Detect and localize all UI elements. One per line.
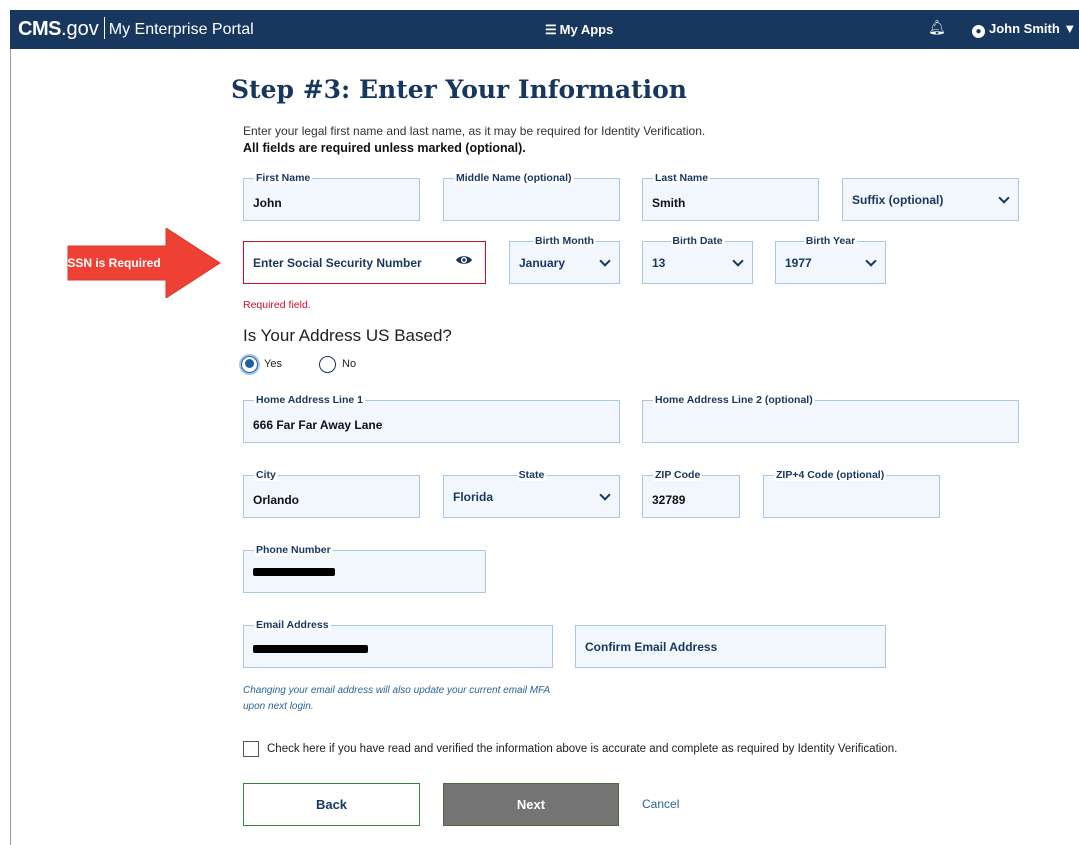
zip4-label: ZIP+4 Code (optional) [774,469,887,481]
verify-checkbox[interactable] [243,741,259,757]
phone-label: Phone Number [254,544,333,556]
annotation-arrow: SSN is Required [67,228,221,298]
suffix-select[interactable]: Suffix (optional) [842,178,1019,221]
address-line1-field[interactable]: Home Address Line 1 666 Far Far Away Lan… [243,395,620,443]
my-apps-label: My Apps [559,22,614,37]
birth-month-label: Birth Month [533,235,596,247]
page-title: Step #3: Enter Your Information [231,75,687,104]
middle-name-label: Middle Name (optional) [454,172,574,184]
birth-year-label: Birth Year [803,235,858,247]
birth-date-label: Birth Date [670,235,725,247]
ssn-placeholder: Enter Social Security Number [253,255,422,270]
first-name-value: John [253,196,282,210]
email-label: Email Address [254,619,331,631]
intro-text: Enter your legal first name and last nam… [243,124,706,138]
address-line1-label: Home Address Line 1 [254,394,365,406]
city-label: City [254,469,278,481]
chevron-down-icon [998,191,1010,204]
user-name: John Smith [989,21,1060,36]
page-border [10,49,11,845]
radio-unselected-icon [319,355,336,373]
chevron-down-icon [599,254,611,267]
state-label: State [516,469,547,481]
email-field[interactable]: Email Address [243,620,553,668]
verify-checkbox-row[interactable]: Check here if you have read and verified… [243,741,897,757]
list-icon: ☰ [545,22,557,37]
address-line1-value: 666 Far Far Away Lane [253,418,383,432]
user-icon: ● [972,25,985,38]
last-name-label: Last Name [653,172,711,184]
middle-name-field[interactable]: Middle Name (optional) [443,173,620,221]
state-value: Florida [453,489,494,504]
address-line2-field[interactable]: Home Address Line 2 (optional) [642,395,1019,443]
required-note: All fields are required unless marked (o… [243,141,526,155]
zip-value: 32789 [652,493,686,507]
confirm-email-field[interactable]: Confirm Email Address [575,625,886,668]
email-change-note: Changing your email address will also up… [243,685,550,712]
city-value: Orlando [253,493,300,507]
radio-no[interactable]: No [319,355,356,373]
bell-icon[interactable]: 🔔︎ [928,20,946,36]
back-button[interactable]: Back [243,783,420,826]
chevron-down-icon [732,254,744,267]
next-button[interactable]: Next [443,783,619,826]
birth-date-value: 13 [652,255,666,270]
my-apps-menu[interactable]: ☰ My Apps [545,22,613,38]
zip-field[interactable]: ZIP Code 32789 [642,470,740,518]
cancel-link[interactable]: Cancel [642,797,679,811]
brand-gov: .gov [60,18,99,40]
cms-logo[interactable]: CMS.gov My Enterprise Portal [18,17,254,41]
caret-down-icon: ▼ [1063,21,1077,36]
email-redacted-value [253,645,368,653]
ssn-input[interactable]: Enter Social Security Number [243,241,486,284]
last-name-value: Smith [652,196,686,210]
verify-label: Check here if you have read and verified… [267,743,898,755]
phone-redacted-value [253,568,335,576]
state-select[interactable]: State Florida [443,470,620,518]
birth-date-select[interactable]: Birth Date 13 [642,236,753,284]
user-menu[interactable]: ● John Smith ▼ [972,21,1076,38]
address-line2-label: Home Address Line 2 (optional) [653,394,815,406]
phone-field[interactable]: Phone Number [243,545,486,593]
suffix-placeholder: Suffix (optional) [852,192,944,207]
radio-selected-icon [241,355,258,373]
portal-name: My Enterprise Portal [108,21,254,38]
radio-yes[interactable]: Yes [241,355,282,373]
birth-year-select[interactable]: Birth Year 1977 [775,236,886,284]
brand-cms: CMS [18,18,61,40]
birth-year-value: 1977 [785,255,812,270]
eye-icon[interactable] [455,254,473,266]
annotation-text: SSN is Required [67,256,160,270]
first-name-field[interactable]: First Name John [243,173,420,221]
top-navigation-bar: CMS.gov My Enterprise Portal ☰ My Apps 🔔︎ … [10,10,1079,49]
last-name-field[interactable]: Last Name Smith [642,173,819,221]
chevron-down-icon [865,254,877,267]
zip4-field[interactable]: ZIP+4 Code (optional) [763,470,940,518]
radio-yes-label: Yes [264,358,282,370]
ssn-error-message: Required field. [243,299,311,311]
confirm-email-placeholder: Confirm Email Address [585,639,718,654]
first-name-label: First Name [254,172,313,184]
radio-no-label: No [342,358,357,370]
address-question: Is Your Address US Based? [243,326,452,345]
birth-month-value: January [519,255,566,270]
chevron-down-icon [599,488,611,501]
birth-month-select[interactable]: Birth Month January [509,236,620,284]
city-field[interactable]: City Orlando [243,470,420,518]
zip-label: ZIP Code [653,469,703,481]
brand-divider [103,17,105,39]
